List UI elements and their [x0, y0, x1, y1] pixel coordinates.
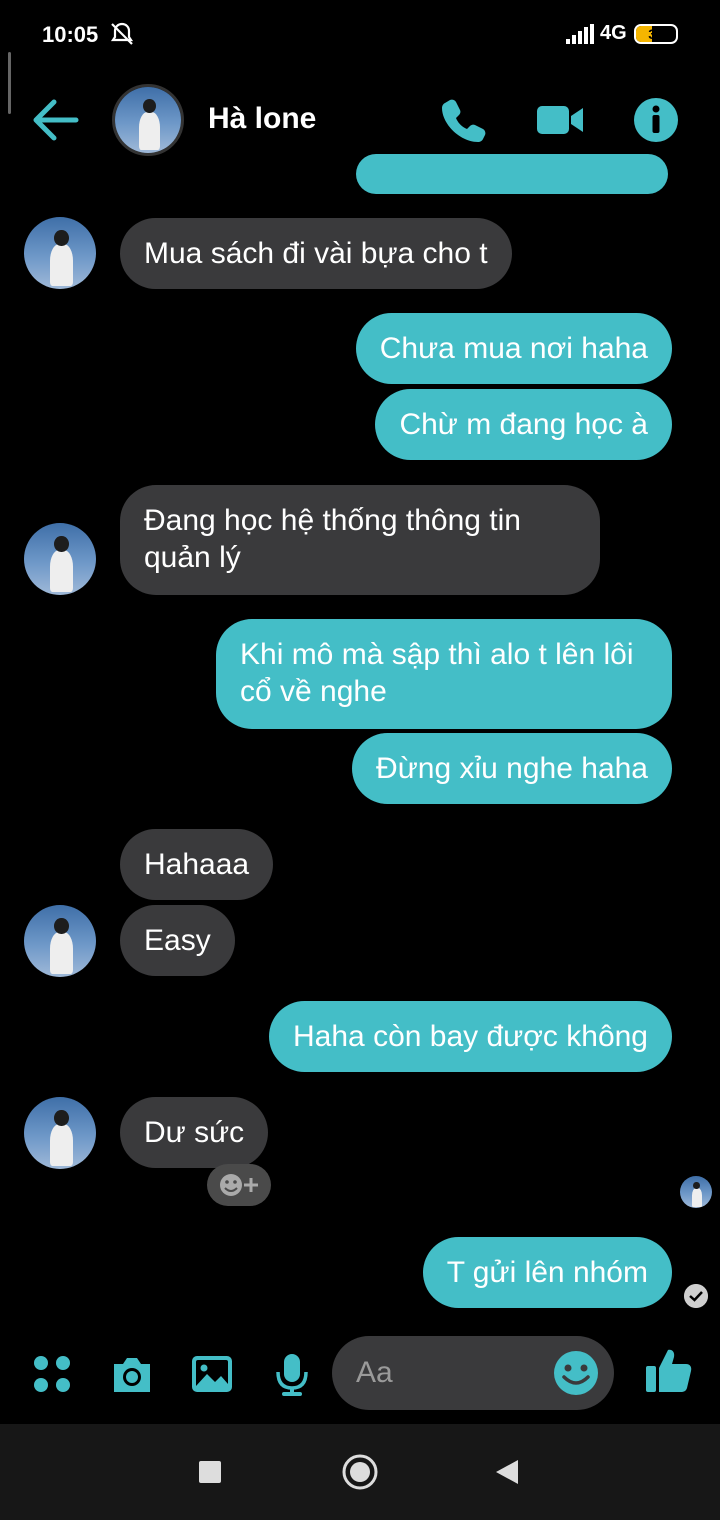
add-reaction-button[interactable]: [207, 1164, 271, 1206]
message-bubble[interactable]: Đang học hệ thống thông tin quản lý: [120, 485, 600, 595]
message-input[interactable]: Aa: [332, 1336, 614, 1410]
video-icon[interactable]: [536, 96, 584, 144]
emoji-icon[interactable]: [552, 1349, 600, 1397]
contact-avatar[interactable]: [112, 84, 184, 156]
message-bubble[interactable]: Dư sức: [120, 1097, 269, 1168]
image-icon[interactable]: [190, 1352, 234, 1396]
info-icon[interactable]: [632, 96, 680, 144]
seen-avatar: [680, 1176, 712, 1208]
message-bubble[interactable]: Haha còn bay được không: [269, 1001, 672, 1072]
status-time: 10:05: [42, 22, 99, 47]
square-nav-icon[interactable]: [192, 1454, 228, 1490]
camera-icon[interactable]: [110, 1352, 154, 1396]
phone-icon[interactable]: [440, 96, 488, 144]
delivered-check-icon: [684, 1284, 708, 1308]
back-arrow-icon[interactable]: [32, 98, 80, 142]
contact-message-avatar[interactable]: [24, 1097, 96, 1169]
network-type: 4G: [600, 22, 627, 44]
message-bubble[interactable]: T gửi lên nhóm: [422, 1237, 672, 1308]
contact-name[interactable]: Hà lone: [208, 102, 316, 136]
contact-message-avatar[interactable]: [24, 523, 96, 595]
composer-bar: Aa: [0, 1330, 720, 1420]
battery-level: 39: [648, 26, 664, 42]
message-input-placeholder: Aa: [356, 1356, 393, 1389]
message-bubble[interactable]: Đừng xỉu nghe haha: [352, 733, 672, 804]
home-nav-icon[interactable]: [340, 1452, 380, 1492]
message-bubble[interactable]: Hahaaa: [120, 829, 274, 900]
add-reaction-icon: [220, 1174, 258, 1196]
message-bubble[interactable]: Chưa mua nơi haha: [355, 313, 672, 384]
like-icon[interactable]: [644, 1346, 694, 1396]
partial-outgoing-bubble: [356, 154, 668, 194]
system-nav-bar: [0, 1424, 720, 1520]
menu-dots-icon[interactable]: [30, 1352, 74, 1396]
muted-bell-icon: [110, 22, 134, 45]
message-bubble[interactable]: Chừ m đang học à: [375, 389, 672, 460]
back-nav-icon[interactable]: [490, 1454, 526, 1490]
battery-icon: 39: [634, 24, 678, 44]
signal-icon: [566, 24, 594, 44]
message-bubble[interactable]: Khi mô mà sập thì alo t lên lôi cổ về ng…: [216, 619, 672, 729]
message-bubble[interactable]: Mua sách đi vài bựa cho t: [120, 218, 512, 289]
status-bar: 10:05 4G 39: [0, 0, 720, 70]
contact-message-avatar[interactable]: [24, 905, 96, 977]
message-bubble[interactable]: Easy: [120, 905, 235, 976]
mic-icon[interactable]: [270, 1352, 314, 1396]
contact-message-avatar[interactable]: [24, 217, 96, 289]
